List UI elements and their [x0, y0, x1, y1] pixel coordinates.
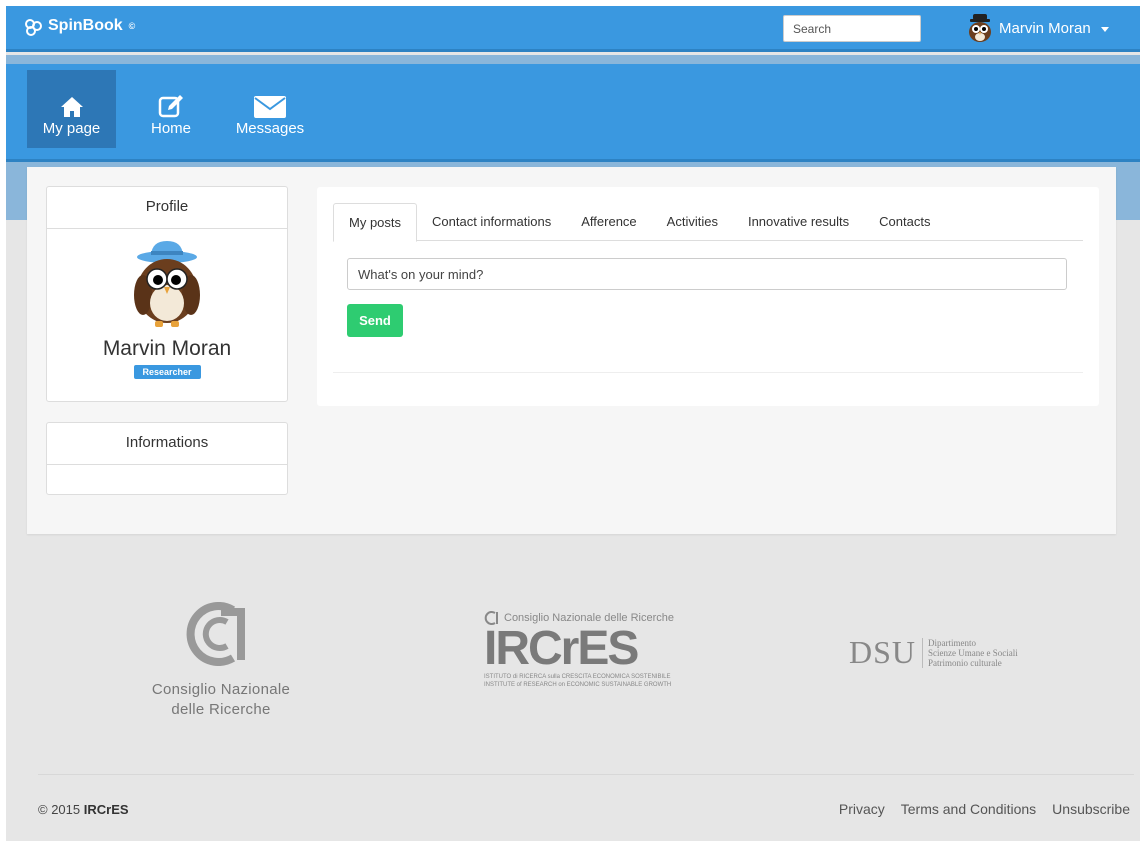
role-badge: Researcher — [133, 365, 201, 379]
profile-panel: Profile Marvin Moran Researcher — [46, 186, 288, 402]
footer-divider — [38, 774, 1134, 775]
brand-name: SpinBook — [48, 17, 123, 34]
nav-item-messages[interactable]: Messages — [229, 70, 311, 148]
dsu-line2: Scienze Umane e Sociali — [928, 647, 1018, 658]
dsu-line3: Patrimonio culturale — [928, 657, 1002, 668]
dsu-name: DSU — [849, 634, 917, 670]
terms-link[interactable]: Terms and Conditions — [901, 801, 1036, 817]
ircres-line1: ISTITUTO di RICERCA sulla CRESCITA ECONO… — [484, 674, 671, 680]
cnr-line1: Consiglio Nazionale — [151, 681, 291, 698]
nav-label: Home — [150, 120, 191, 137]
privacy-link[interactable]: Privacy — [839, 801, 885, 817]
send-button[interactable]: Send — [347, 304, 403, 337]
tab-activities[interactable]: Activities — [652, 203, 733, 240]
dsu-line1: Dipartimento — [928, 637, 977, 648]
unsubscribe-link[interactable]: Unsubscribe — [1052, 801, 1130, 817]
profile-title: Profile — [47, 187, 287, 229]
search-input[interactable] — [783, 15, 921, 42]
feed-tabs: My posts Contact informations Afference … — [333, 203, 1083, 242]
envelope-icon — [229, 84, 311, 118]
footer-links: Privacy Terms and Conditions Unsubscribe — [839, 801, 1130, 817]
tab-contact-informations[interactable]: Contact informations — [417, 203, 566, 240]
tab-afference[interactable]: Afference — [566, 203, 651, 240]
ircres-name: IRCrES — [484, 622, 639, 675]
copyright-org: IRCrES — [83, 802, 129, 817]
page-frame: SpinBook © Marvin Moran — [6, 6, 1140, 841]
dsu-subtitle: Dipartimento Scienze Umane e Sociali Pat… — [922, 637, 1018, 668]
ircres-logo: Consiglio Nazionale delle Ricerche IRCrE… — [484, 611, 694, 689]
user-name: Marvin Moran — [999, 19, 1091, 37]
home-icon — [27, 84, 116, 118]
cnr-logo: Consiglio Nazionale delle Ricerche — [146, 602, 296, 720]
nav-item-home[interactable]: Home — [132, 70, 210, 148]
header-stripe — [6, 55, 1140, 64]
nav-label: My page — [42, 120, 101, 137]
feed-panel: My posts Contact informations Afference … — [317, 187, 1099, 406]
tab-my-posts[interactable]: My posts — [333, 203, 418, 242]
brand-logo-icon — [24, 18, 42, 36]
informations-panel: Informations — [46, 422, 288, 495]
nav-item-my-page[interactable]: My page — [27, 70, 116, 148]
brand-link[interactable]: SpinBook © — [24, 17, 136, 36]
profile-name: Marvin Moran — [102, 337, 232, 360]
informations-title: Informations — [47, 423, 287, 465]
cnr-emblem-icon — [186, 602, 245, 666]
copyright: © 2015 IRCrES — [38, 802, 129, 817]
post-input[interactable] — [347, 258, 1067, 290]
user-menu[interactable]: Marvin Moran — [967, 14, 1109, 42]
copyright-prefix: © 2015 — [38, 802, 81, 817]
profile-avatar — [134, 241, 200, 327]
main-content: Profile Marvin Moran Researcher Informat… — [27, 167, 1116, 534]
top-navbar: SpinBook © Marvin Moran — [6, 6, 1140, 52]
edit-icon — [132, 84, 210, 118]
post-composer: Send — [333, 241, 1083, 373]
main-nav: My page Home Messages — [6, 64, 1140, 162]
cnr-line2: delle Ricerche — [171, 701, 271, 718]
brand-mark: © — [128, 21, 136, 31]
user-avatar-icon — [967, 14, 993, 42]
ircres-line2: INSTITUTE of RESEARCH on ECONOMIC SUSTAI… — [484, 682, 672, 688]
tab-contacts[interactable]: Contacts — [864, 203, 945, 240]
nav-label: Messages — [235, 120, 305, 137]
caret-down-icon — [1100, 26, 1109, 32]
dsu-logo: DSU Dipartimento Scienze Umane e Sociali… — [849, 634, 1018, 671]
tab-innovative-results[interactable]: Innovative results — [733, 203, 864, 240]
